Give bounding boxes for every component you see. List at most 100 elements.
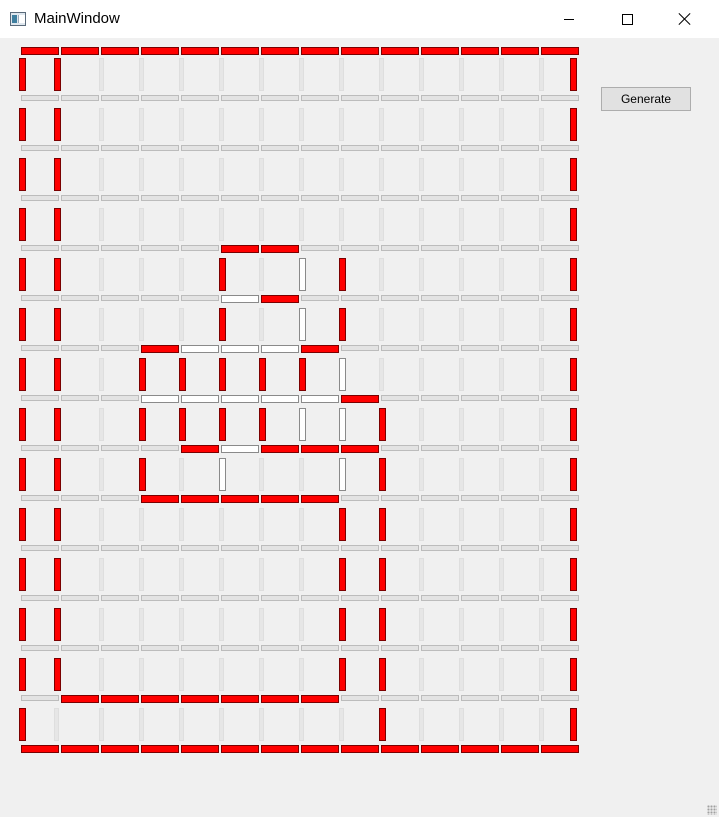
maze-h-wall[interactable] [141,145,179,151]
maze-h-wall[interactable] [221,195,259,201]
maze-v-wall[interactable] [99,608,104,641]
maze-v-wall[interactable] [139,208,144,241]
maze-h-wall[interactable] [541,145,579,151]
maze-h-wall[interactable] [461,695,499,701]
maze-v-wall[interactable] [99,108,104,141]
maze-v-wall[interactable] [299,508,304,541]
maze-h-wall[interactable] [461,345,499,351]
maze-h-wall[interactable] [61,245,99,251]
maze-v-wall[interactable] [459,608,464,641]
maze-v-wall[interactable] [539,308,544,341]
maze-v-wall[interactable] [99,208,104,241]
maze-h-wall[interactable] [421,345,459,351]
maze-v-wall[interactable] [379,658,386,691]
maze-h-wall[interactable] [341,245,379,251]
maze-h-wall[interactable] [221,47,259,55]
maze-h-wall[interactable] [541,245,579,251]
maze-v-wall[interactable] [339,58,344,91]
maze-h-wall[interactable] [381,145,419,151]
maze-h-wall[interactable] [141,345,179,353]
maze-h-wall[interactable] [61,695,99,703]
maze-v-wall[interactable] [539,558,544,591]
maze-v-wall[interactable] [570,658,577,691]
maze-v-wall[interactable] [19,58,26,91]
maze-h-wall[interactable] [461,245,499,251]
maze-h-wall[interactable] [341,545,379,551]
maze-v-wall[interactable] [99,358,104,391]
maze-v-wall[interactable] [499,308,504,341]
maze-h-wall[interactable] [461,195,499,201]
maze-v-wall[interactable] [459,158,464,191]
maze-v-wall[interactable] [499,108,504,141]
maze-h-wall[interactable] [381,295,419,301]
maze-h-wall[interactable] [421,645,459,651]
maze-h-wall[interactable] [381,47,419,55]
maze-h-wall[interactable] [381,245,419,251]
maze-v-wall[interactable] [259,508,264,541]
maze-v-wall[interactable] [299,408,306,441]
maze-v-wall[interactable] [19,108,26,141]
maze-v-wall[interactable] [19,608,26,641]
maze-v-wall[interactable] [379,408,386,441]
maze-v-wall[interactable] [19,708,26,741]
maze-v-wall[interactable] [419,158,424,191]
maze-h-wall[interactable] [181,195,219,201]
maze-v-wall[interactable] [419,358,424,391]
maze-v-wall[interactable] [570,208,577,241]
maze-h-wall[interactable] [61,345,99,351]
maze-v-wall[interactable] [54,408,61,441]
maze-h-wall[interactable] [101,145,139,151]
maze-h-wall[interactable] [261,47,299,55]
maze-v-wall[interactable] [539,358,544,391]
maze-h-wall[interactable] [101,295,139,301]
maze-h-wall[interactable] [141,195,179,201]
maze-v-wall[interactable] [339,558,346,591]
maze-v-wall[interactable] [54,58,61,91]
maze-h-wall[interactable] [101,495,139,501]
maze-v-wall[interactable] [259,108,264,141]
maze-h-wall[interactable] [421,295,459,301]
resize-grip-icon[interactable] [707,805,717,815]
maze-h-wall[interactable] [421,745,459,753]
maze-h-wall[interactable] [221,695,259,703]
maze-h-wall[interactable] [301,595,339,601]
maze-v-wall[interactable] [259,308,264,341]
maze-h-wall[interactable] [541,495,579,501]
maze-v-wall[interactable] [570,558,577,591]
maze-v-wall[interactable] [539,458,544,491]
maze-v-wall[interactable] [419,308,424,341]
maze-h-wall[interactable] [221,645,259,651]
maze-v-wall[interactable] [219,608,224,641]
maze-v-wall[interactable] [54,658,61,691]
maze-h-wall[interactable] [301,145,339,151]
maze-v-wall[interactable] [539,608,544,641]
maze-h-wall[interactable] [501,495,539,501]
maze-v-wall[interactable] [19,358,26,391]
maze-v-wall[interactable] [139,258,144,291]
maze-h-wall[interactable] [541,695,579,701]
maze-h-wall[interactable] [181,445,219,453]
maze-h-wall[interactable] [381,595,419,601]
maze-h-wall[interactable] [421,445,459,451]
maze-v-wall[interactable] [499,458,504,491]
maze-h-wall[interactable] [101,745,139,753]
maze-v-wall[interactable] [419,408,424,441]
maze-v-wall[interactable] [219,208,224,241]
maze-v-wall[interactable] [139,708,144,741]
maze-h-wall[interactable] [221,395,259,403]
maze-h-wall[interactable] [181,145,219,151]
maze-v-wall[interactable] [179,58,184,91]
maze-v-wall[interactable] [139,658,144,691]
maze-h-wall[interactable] [141,395,179,403]
maze-h-wall[interactable] [341,95,379,101]
maze-v-wall[interactable] [499,408,504,441]
maze-v-wall[interactable] [259,458,264,491]
maze-h-wall[interactable] [381,695,419,701]
maze-v-wall[interactable] [179,608,184,641]
maze-v-wall[interactable] [499,608,504,641]
maze-v-wall[interactable] [570,158,577,191]
maze-v-wall[interactable] [339,508,346,541]
maze-h-wall[interactable] [381,395,419,401]
maze-v-wall[interactable] [419,508,424,541]
maze-h-wall[interactable] [501,545,539,551]
